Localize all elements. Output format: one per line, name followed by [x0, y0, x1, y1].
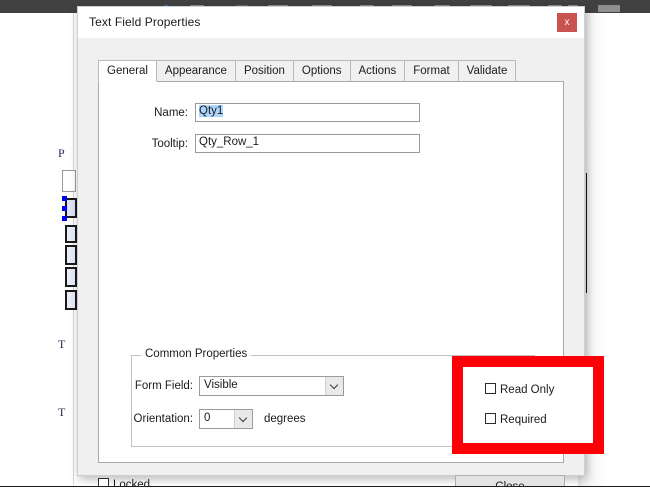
- chevron-down-icon[interactable]: [325, 377, 343, 395]
- doc-text-fragment: P: [58, 146, 65, 160]
- tab-general[interactable]: General: [98, 60, 157, 82]
- orientation-label: Orientation:: [133, 413, 193, 425]
- orientation-value: 0: [204, 412, 211, 424]
- chevron-down-icon[interactable]: [234, 410, 252, 428]
- tab-format[interactable]: Format: [404, 60, 459, 82]
- window-bottom-edge: [0, 486, 650, 500]
- dialog-body: General Appearance Position Options Acti…: [78, 38, 604, 499]
- tooltip-input[interactable]: Qty_Row_1: [195, 134, 420, 153]
- tab-options[interactable]: Options: [292, 60, 351, 82]
- doc-form-field-header[interactable]: [62, 170, 76, 192]
- orientation-select[interactable]: 0: [199, 409, 253, 429]
- doc-form-field[interactable]: [65, 267, 77, 287]
- screenshot-root: P Q T T Text Field Properties x General …: [0, 0, 650, 500]
- red-highlight-annotation: Read Only Required: [452, 356, 604, 454]
- name-input[interactable]: Qty1: [195, 103, 420, 122]
- properties-tabstrip: General Appearance Position Options Acti…: [98, 60, 564, 104]
- read-only-label: Read Only: [500, 384, 555, 396]
- doc-form-field[interactable]: [65, 245, 77, 265]
- document-page-edge-right: [586, 173, 587, 293]
- tab-actions[interactable]: Actions: [349, 60, 406, 82]
- doc-text-fragment: T: [58, 337, 66, 351]
- doc-form-field[interactable]: [65, 290, 77, 310]
- common-properties-caption: Common Properties: [141, 348, 252, 360]
- dialog-title: Text Field Properties: [89, 15, 201, 29]
- text-field-properties-dialog: Text Field Properties x General Appearan…: [77, 6, 604, 499]
- selection-handle[interactable]: [62, 196, 67, 201]
- form-field-value: Visible: [204, 379, 238, 391]
- name-label: Name:: [154, 107, 188, 119]
- form-field-select[interactable]: Visible: [199, 376, 344, 396]
- checkbox-icon[interactable]: [485, 413, 496, 424]
- name-input-value: Qty1: [199, 105, 224, 117]
- read-only-checkbox[interactable]: Read Only: [485, 383, 554, 396]
- selection-handle[interactable]: [62, 216, 67, 221]
- tab-validate[interactable]: Validate: [457, 60, 517, 82]
- dialog-titlebar[interactable]: Text Field Properties x: [78, 7, 584, 38]
- required-checkbox[interactable]: Required: [485, 413, 547, 426]
- tab-appearance[interactable]: Appearance: [155, 60, 236, 82]
- checkbox-icon[interactable]: [485, 383, 496, 394]
- selection-handle[interactable]: [62, 206, 67, 211]
- required-label: Required: [500, 414, 547, 426]
- doc-text-fragment: T: [58, 405, 66, 419]
- more-tools-icon[interactable]: [598, 5, 620, 12]
- document-left-margin: [0, 13, 14, 487]
- doc-form-field[interactable]: [65, 225, 77, 243]
- tooltip-input-value: Qty_Row_1: [199, 136, 260, 148]
- tooltip-label: Tooltip:: [151, 138, 188, 150]
- form-field-label: Form Field:: [134, 380, 193, 392]
- degrees-label: degrees: [264, 413, 306, 425]
- tab-position[interactable]: Position: [234, 60, 294, 82]
- close-icon[interactable]: x: [557, 13, 577, 32]
